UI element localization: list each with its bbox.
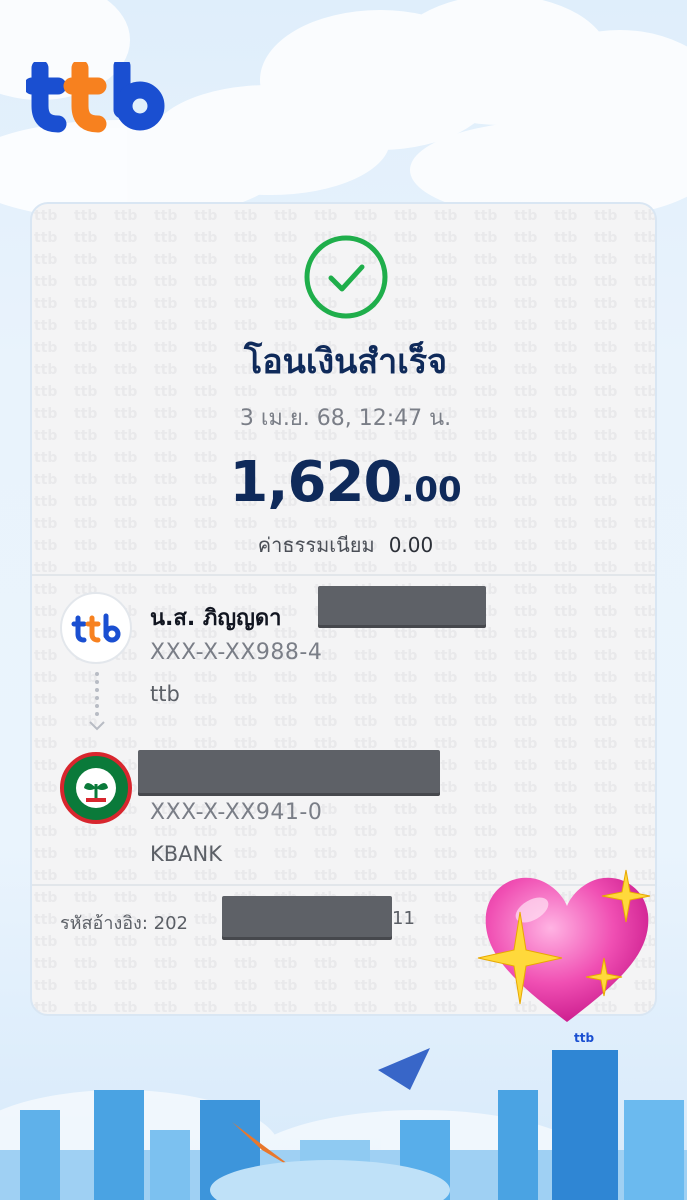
sender-name: น.ส. ภิญญดา bbox=[150, 606, 282, 631]
heart-sparkle-sticker bbox=[477, 869, 651, 1022]
city-skyline-illustration: ttb bbox=[0, 1031, 687, 1200]
city-ttb-sign: ttb bbox=[574, 1031, 594, 1045]
transfer-status-title: โอนเงินสำเร็จ bbox=[243, 342, 448, 382]
kbank-leaf-icon bbox=[76, 768, 116, 808]
transfer-datetime: 3 เม.ย. 68, 12:47 น. bbox=[239, 406, 452, 431]
reference-tail: 11 bbox=[392, 908, 415, 929]
reference-label: รหัสอ้างอิง: 202 bbox=[60, 913, 188, 934]
fee-label: ค่าธรรมเนียม bbox=[257, 533, 375, 557]
fee-value: 0.00 bbox=[388, 533, 434, 557]
transfer-amount: 1,620.00 bbox=[32, 450, 655, 515]
recipient-bank: KBANK bbox=[150, 842, 223, 866]
success-check-icon bbox=[304, 235, 388, 319]
amount-integer: 1,620 bbox=[229, 450, 402, 515]
arrow-down-icon bbox=[89, 672, 105, 731]
sender-bank-logo bbox=[60, 592, 132, 664]
reference-redaction bbox=[222, 896, 392, 940]
fee-row: ค่าธรรมเนียม 0.00 bbox=[32, 529, 655, 561]
sender-account: XXX-X-XX988-4 bbox=[150, 640, 323, 665]
sender-name-redaction bbox=[318, 586, 486, 628]
sender-bank: ttb bbox=[150, 682, 180, 706]
recipient-account: XXX-X-XX941-0 bbox=[150, 800, 323, 825]
ttb-small-logo-icon bbox=[71, 613, 121, 643]
amount-decimal: .00 bbox=[401, 470, 462, 510]
ttb-logo bbox=[26, 62, 165, 133]
recipient-bank-logo bbox=[60, 752, 132, 824]
divider bbox=[32, 574, 655, 576]
recipient-name-redaction bbox=[138, 750, 440, 796]
